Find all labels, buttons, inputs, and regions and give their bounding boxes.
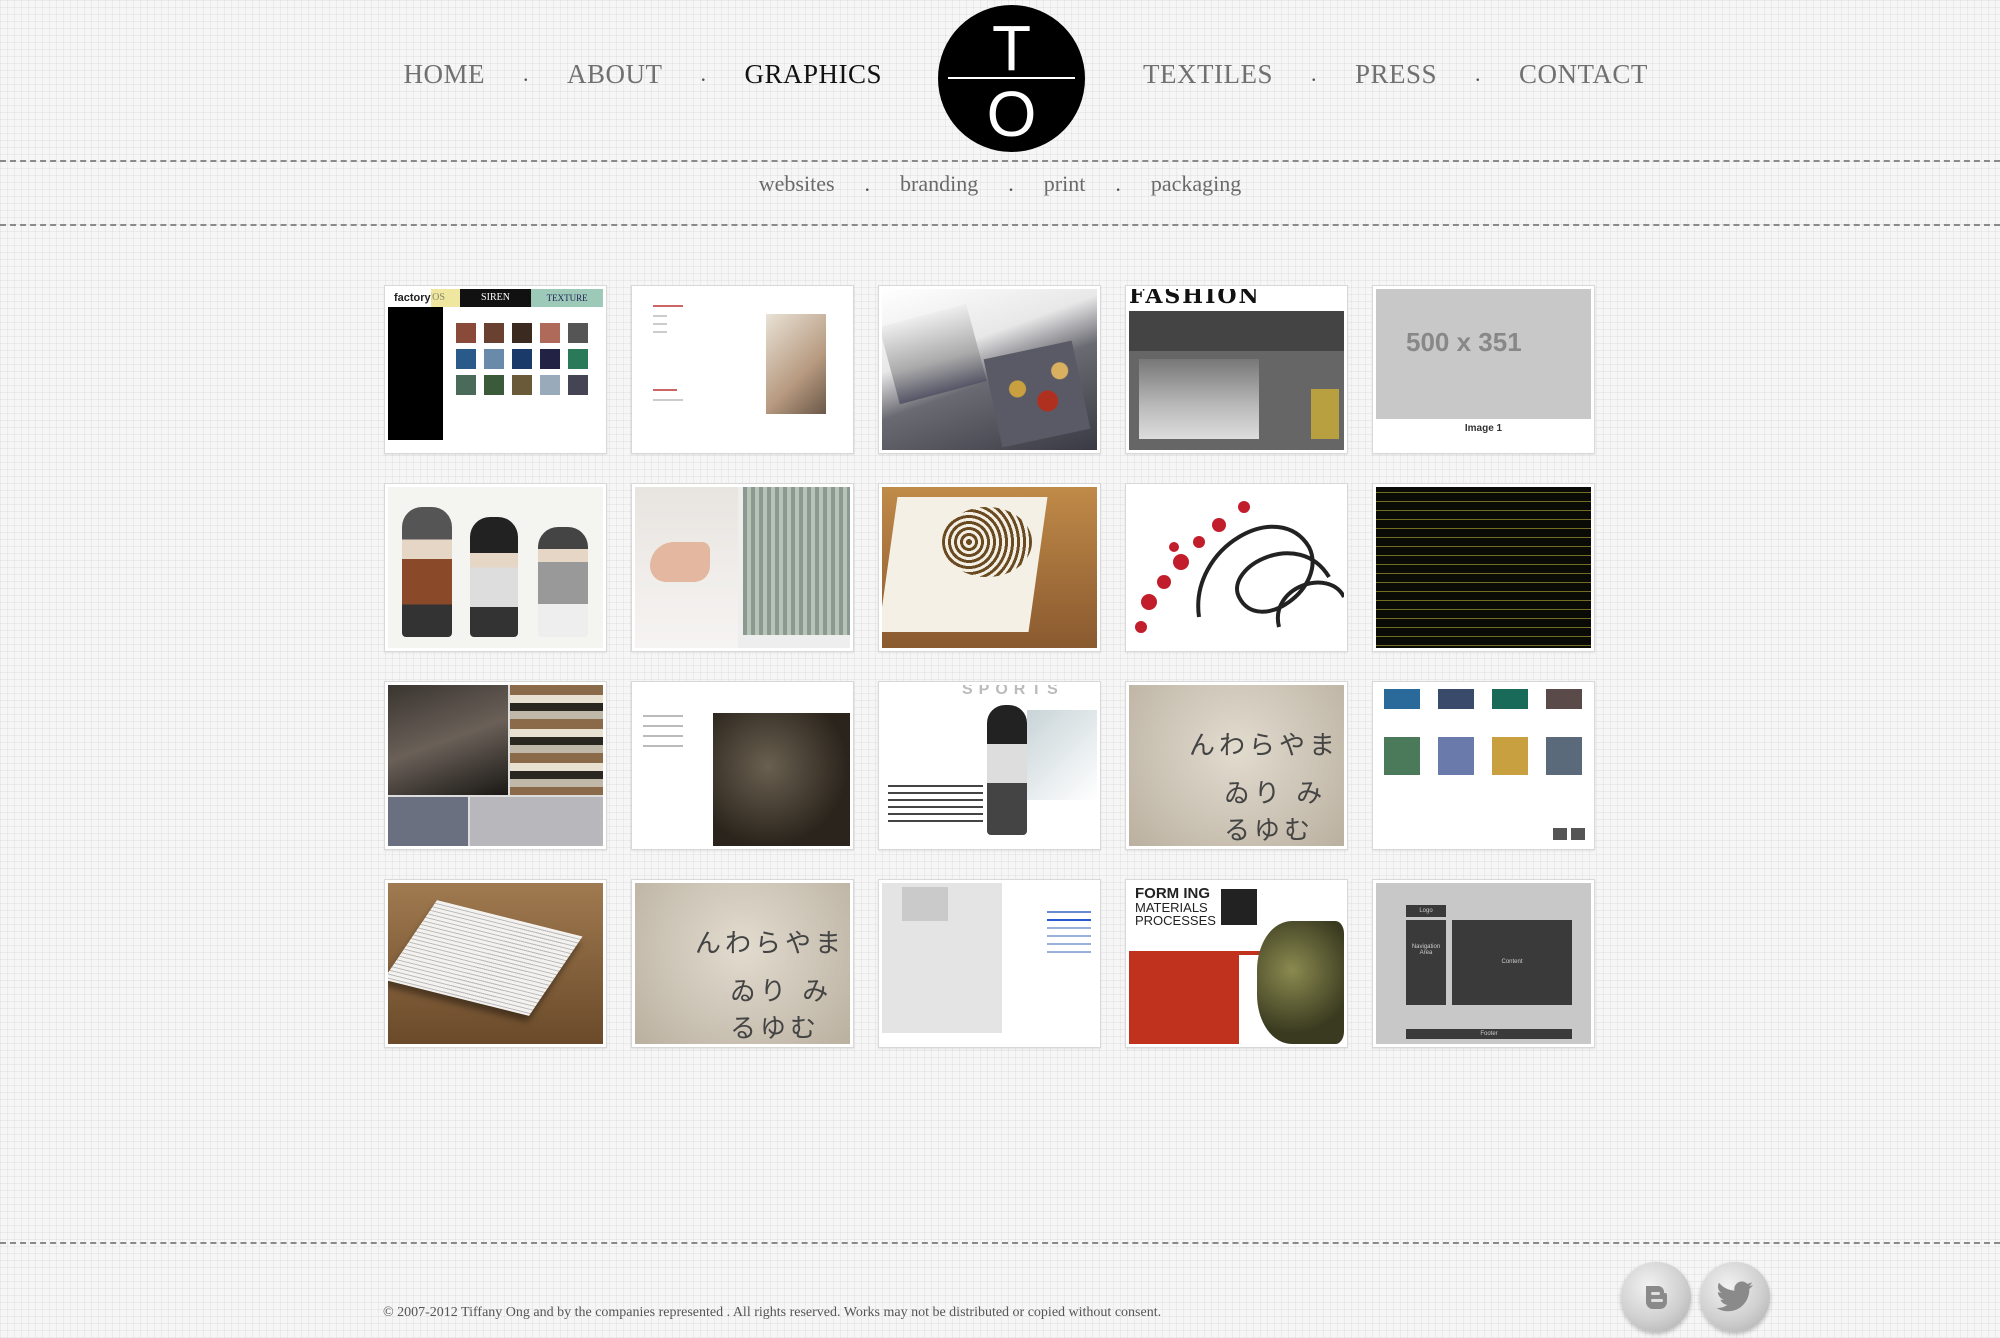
kana-row-2: ゐり み <box>1224 779 1327 809</box>
divider-top <box>0 160 2000 162</box>
sub-nav: websites . branding . print . packaging <box>0 171 2000 197</box>
texture-tab: TEXTURE <box>531 289 603 307</box>
thumbnail-calligraphy[interactable] <box>1125 483 1348 652</box>
twitter-button[interactable] <box>1700 1262 1770 1332</box>
subnav-branding[interactable]: branding <box>900 171 978 197</box>
thumbnail-wireframe[interactable] <box>878 879 1101 1048</box>
twitter-icon <box>1716 1281 1753 1312</box>
thumbnail-book-lace[interactable] <box>878 483 1101 652</box>
placeholder-size: 500 x 351 <box>1406 327 1522 357</box>
thumbnail-layout-wireframe[interactable]: Logo Navigation Area Content Footer <box>1372 879 1595 1048</box>
subnav-websites[interactable]: websites <box>759 171 835 197</box>
kana-row-1: んわらやま <box>695 929 846 959</box>
forming-title-1: FORM ING <box>1135 885 1210 902</box>
logo-letter-bottom: O <box>987 78 1037 150</box>
thumbnail-code[interactable] <box>1372 483 1595 652</box>
nav-separator: . <box>1310 61 1317 86</box>
thumbnail-fashion-illustration[interactable] <box>384 483 607 652</box>
nav-separator: . <box>700 61 707 86</box>
nav-separator: . <box>1475 61 1482 86</box>
placeholder-caption: Image 1 <box>1464 423 1503 434</box>
thumbnail-placeholder[interactable]: 500 x 351 Image 1 <box>1372 285 1595 454</box>
nav-textiles[interactable]: TEXTILES <box>1143 59 1273 90</box>
sports-heading: SPORTS <box>962 685 1064 698</box>
layout-logo: Logo <box>1406 905 1446 917</box>
calligraphy-art <box>1135 501 1344 633</box>
kana-row-3: るゆむ <box>730 1014 821 1044</box>
kana-row-3: るゆむ <box>1224 816 1315 846</box>
factory-brand: factory <box>388 289 431 308</box>
layout-nav-area: Navigation Area <box>1406 920 1446 1005</box>
nav-contact[interactable]: CONTACT <box>1519 59 1648 90</box>
thumbnail-forming-materials[interactable]: FORM ING MATERIALS PROCESSES <box>1125 879 1348 1048</box>
thumbnail-sports[interactable]: SPORTS <box>878 681 1101 850</box>
subnav-packaging[interactable]: packaging <box>1151 171 1241 197</box>
logo-mark: T O <box>948 12 1075 150</box>
thumbnail-kana-1[interactable]: んわらやま ゐり み るゆむ <box>1125 681 1348 850</box>
nav-home[interactable]: HOME <box>403 59 485 90</box>
copyright-text: © 2007-2012 Tiffany Ong and by the compa… <box>383 1305 1162 1320</box>
thumbnail-grid: factory STUDIOS SIREN TEXTURE <box>384 285 1595 1048</box>
subnav-separator: . <box>864 171 871 196</box>
kana-row-1: んわらやま <box>1189 731 1340 761</box>
thumbnail-photo-grid-website[interactable] <box>1372 681 1595 850</box>
forming-title-3: PROCESSES <box>1135 913 1216 928</box>
divider-footer <box>0 1242 2000 1244</box>
layout-content: Content <box>1452 920 1572 1005</box>
blogger-icon <box>1646 1286 1667 1309</box>
layout-footer: Footer <box>1406 1029 1572 1039</box>
logo-letter-top: T <box>992 12 1031 84</box>
nav-separator: . <box>522 61 529 86</box>
thumbnail-fashion-collage[interactable] <box>878 285 1101 454</box>
kana-row-2: ゐり み <box>730 977 833 1007</box>
nav-graphics[interactable]: GRAPHICS <box>744 59 882 90</box>
subnav-separator: . <box>1115 171 1121 196</box>
subnav-separator: . <box>1008 171 1014 196</box>
thumbnail-business-cards[interactable] <box>384 879 607 1048</box>
nav-about[interactable]: ABOUT <box>567 59 663 90</box>
thumbnail-factory-website[interactable]: factory STUDIOS SIREN TEXTURE <box>384 285 607 454</box>
main-nav-left: HOME . ABOUT . GRAPHICS <box>403 52 882 96</box>
thumbnail-feet-knit[interactable] <box>631 483 854 652</box>
thumbnail-kana-2[interactable]: んわらやま ゐり み るゆむ <box>631 879 854 1048</box>
thumbnail-minimal-website[interactable] <box>631 285 854 454</box>
main-nav-right: TEXTILES . PRESS . CONTACT <box>1143 52 1648 96</box>
divider-subnav <box>0 224 2000 226</box>
logo[interactable]: T O <box>938 5 1085 152</box>
siren-tab: SIREN <box>459 289 532 307</box>
thumbnail-dark-photo-website[interactable] <box>631 681 854 850</box>
blogger-button[interactable] <box>1621 1262 1691 1332</box>
nav-press[interactable]: PRESS <box>1355 59 1437 90</box>
subnav-print[interactable]: print <box>1044 171 1086 197</box>
thumbnail-camera-swatches[interactable] <box>384 681 607 850</box>
thumbnail-fashion-website[interactable]: FASHION <box>1125 285 1348 454</box>
